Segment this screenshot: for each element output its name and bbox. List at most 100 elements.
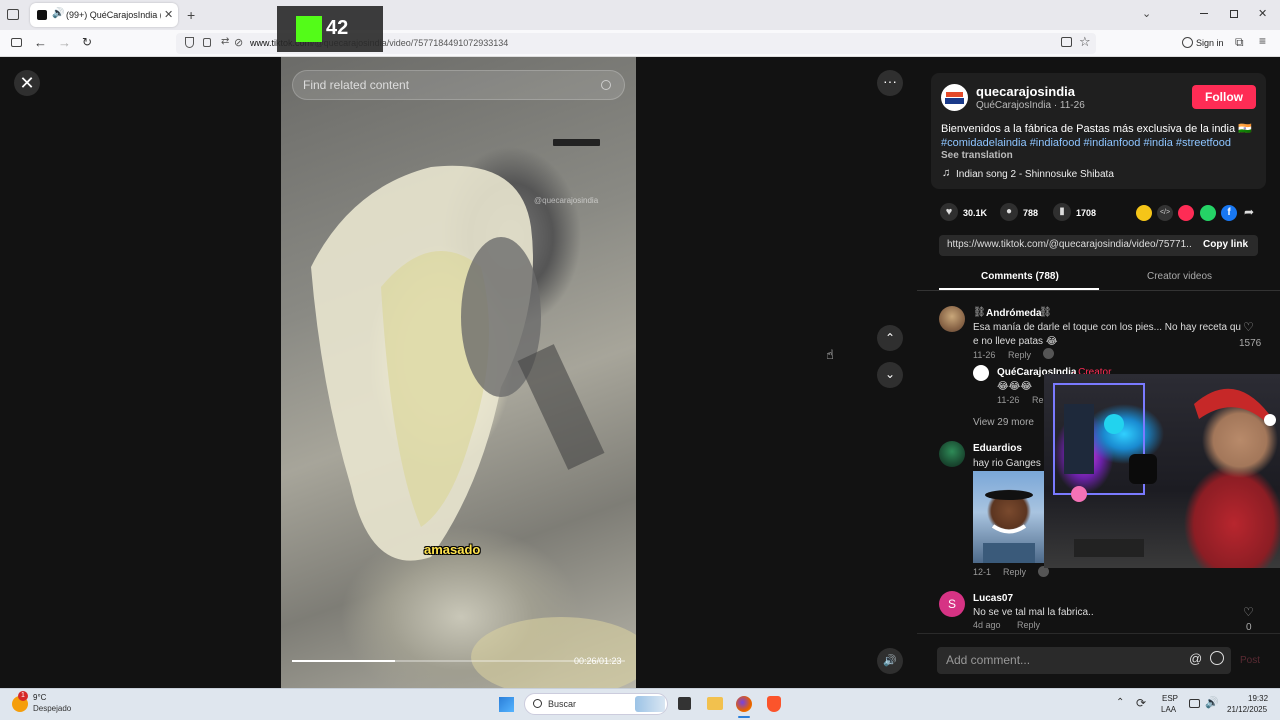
post-description: Bienvenidos a la fábrica de Pastas más e… xyxy=(941,122,1261,150)
maximize-icon[interactable] xyxy=(1230,10,1238,18)
video-watermark-label xyxy=(553,139,600,146)
hashtag[interactable]: #indiafood xyxy=(1030,137,1081,149)
creator-display-name: QuéCarajosIndia · 11-26 xyxy=(976,100,1085,111)
clock-time[interactable]: 19:32 xyxy=(1248,694,1268,703)
windows-start-icon[interactable] xyxy=(499,697,514,712)
video-link-url[interactable]: https://www.tiktok.com/@quecarajosindia/… xyxy=(947,239,1191,250)
post-comment-button[interactable]: Post xyxy=(1240,655,1260,666)
account-icon[interactable] xyxy=(1182,37,1193,48)
file-explorer-icon[interactable] xyxy=(707,697,723,710)
permissions-icon[interactable]: ⇄ xyxy=(221,36,229,47)
taskbar-search-label: Buscar xyxy=(548,699,577,709)
hashtag[interactable]: #streetfood xyxy=(1176,137,1231,149)
reply-button[interactable]: Reply xyxy=(1008,350,1031,360)
previous-video-button[interactable]: ⌃ xyxy=(877,325,903,351)
facebook-icon[interactable]: f xyxy=(1221,205,1237,221)
sign-in-button[interactable]: Sign in xyxy=(1196,38,1224,48)
avatar[interactable] xyxy=(939,306,965,332)
more-options-button[interactable]: ··· xyxy=(877,70,903,96)
coin-gift-icon[interactable] xyxy=(1136,205,1152,221)
firefox-icon[interactable] xyxy=(736,696,752,712)
comment-author[interactable]: Andrómeda xyxy=(986,308,1042,319)
bookmark-star-icon[interactable]: ☆ xyxy=(1079,34,1091,50)
bookmark-icon[interactable]: ▮ xyxy=(1053,203,1071,221)
comment-icon[interactable]: ● xyxy=(1000,203,1018,221)
reload-icon[interactable]: ↻ xyxy=(82,35,92,49)
show-hidden-icons[interactable]: ⌃ xyxy=(1116,697,1124,708)
avatar[interactable]: S xyxy=(939,591,965,617)
menu-icon[interactable]: ≡ xyxy=(1259,34,1266,48)
creator-username[interactable]: quecarajosindia xyxy=(976,84,1075,99)
back-icon[interactable]: ← xyxy=(34,35,47,50)
close-window-icon[interactable]: ✕ xyxy=(1258,7,1267,20)
lock-icon[interactable] xyxy=(203,38,211,47)
follow-button[interactable]: Follow xyxy=(1192,85,1256,109)
music-title[interactable]: Indian song 2 - Shinnosuke Shibata xyxy=(956,169,1114,180)
language-indicator[interactable]: ESP xyxy=(1162,694,1178,703)
comment-date: 4d ago xyxy=(973,620,1001,630)
volume-icon[interactable]: 🔊 xyxy=(1205,696,1219,709)
comment-input-divider xyxy=(917,633,1280,634)
tab-list-icon[interactable] xyxy=(7,9,19,20)
search-icon[interactable] xyxy=(601,80,611,90)
comment-date: 11-26 xyxy=(973,350,996,360)
avatar[interactable] xyxy=(939,441,965,467)
mouse-cursor-icon: ☝ xyxy=(826,347,834,362)
tab-comments[interactable]: Comments (788) xyxy=(981,271,1059,282)
comment-text: No se ve tal mal la fabrica.. xyxy=(973,607,1094,618)
chain-icon: ⛓ xyxy=(1039,307,1052,318)
whatsapp-icon[interactable] xyxy=(1200,205,1216,221)
speaker-icon[interactable]: 🔊 xyxy=(52,8,64,19)
forward-icon[interactable]: → xyxy=(58,35,71,50)
copy-link-button[interactable]: Copy link xyxy=(1203,239,1248,250)
comment-author[interactable]: Lucas07 xyxy=(973,593,1013,604)
minimize-icon[interactable] xyxy=(1200,13,1208,14)
task-view-icon[interactable] xyxy=(678,697,691,710)
heart-icon[interactable]: ♡ xyxy=(1243,605,1254,619)
weather-temperature[interactable]: 9°C xyxy=(33,693,46,702)
share-arrow-icon[interactable]: ➦ xyxy=(1244,205,1254,219)
clock-date[interactable]: 21/12/2025 xyxy=(1227,705,1267,714)
hashtag[interactable]: #india xyxy=(1143,137,1172,149)
comment-image[interactable] xyxy=(973,471,1044,563)
likes-count: 30.1K xyxy=(963,208,988,218)
reply-button[interactable]: Re xyxy=(1032,395,1044,405)
creator-avatar[interactable] xyxy=(941,84,968,111)
tab-divider xyxy=(917,290,1280,291)
tab-creator-videos[interactable]: Creator videos xyxy=(1147,271,1212,282)
heart-icon[interactable]: ♡ xyxy=(1243,320,1254,334)
tab-overflow-chevron-icon[interactable]: ⌄ xyxy=(1142,7,1151,20)
tab-close-icon[interactable]: ✕ xyxy=(164,8,173,21)
repost-icon[interactable] xyxy=(1178,205,1194,221)
hashtag[interactable]: #comidadelaindia xyxy=(941,137,1027,149)
extensions-icon[interactable]: ⧉ xyxy=(1235,35,1244,50)
heart-icon[interactable]: ♥ xyxy=(940,203,958,221)
reply-button[interactable]: Reply xyxy=(1017,620,1040,630)
tracking-blocked-icon[interactable]: ⊘ xyxy=(234,36,243,49)
sync-icon[interactable]: ⟳ xyxy=(1136,696,1146,710)
comment-author[interactable]: Eduardios xyxy=(973,443,1022,454)
video-player[interactable] xyxy=(281,57,636,688)
shield-icon[interactable] xyxy=(185,37,194,48)
volume-button[interactable]: 🔊 xyxy=(877,648,903,674)
video-watermark-user: @quecarajosindia xyxy=(534,196,599,205)
reader-view-icon[interactable] xyxy=(1061,37,1072,47)
reply-date: 11-26 xyxy=(997,395,1020,405)
brave-icon[interactable] xyxy=(767,696,781,712)
emoji-icon[interactable] xyxy=(1210,651,1224,665)
close-video-button[interactable]: ✕ xyxy=(14,70,40,96)
sidebar-toggle-icon[interactable] xyxy=(11,38,22,47)
keyboard-layout[interactable]: LAA xyxy=(1161,705,1176,714)
saves-count: 1708 xyxy=(1076,208,1097,218)
hashtag[interactable]: #indianfood xyxy=(1084,137,1141,149)
avatar[interactable] xyxy=(973,365,989,381)
weather-description[interactable]: Despejado xyxy=(33,704,71,713)
new-tab-icon[interactable]: + xyxy=(187,7,195,23)
embed-code-icon[interactable]: </> xyxy=(1157,205,1173,221)
mention-icon[interactable]: @ xyxy=(1189,651,1202,666)
network-icon[interactable] xyxy=(1189,699,1200,708)
view-more-replies[interactable]: View 29 more xyxy=(973,417,1034,428)
next-video-button[interactable]: ⌄ xyxy=(877,362,903,388)
reply-button[interactable]: Reply xyxy=(1003,567,1026,577)
see-translation-link[interactable]: See translation xyxy=(941,150,1013,161)
